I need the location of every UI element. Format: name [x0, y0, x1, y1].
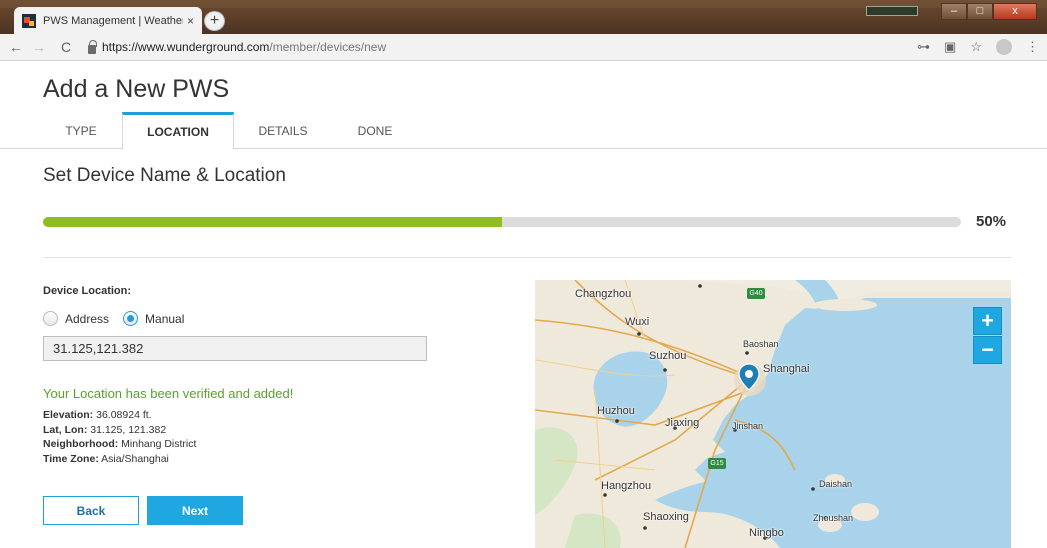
map-label-changzhou: Changzhou [575, 288, 632, 300]
forward-arrow-icon[interactable]: → [29, 39, 49, 55]
location-input[interactable] [43, 336, 427, 361]
radio-address[interactable] [43, 311, 58, 326]
profile-avatar-icon[interactable] [996, 39, 1012, 55]
elevation-row: Elevation: 36.08924 ft. [43, 408, 196, 423]
tab-location[interactable]: LOCATION [122, 112, 234, 150]
minimize-button[interactable]: – [941, 3, 967, 20]
window-controls: – □ x [941, 3, 1037, 20]
map-label-shanghai: Shanghai [763, 363, 810, 375]
key-icon[interactable]: ⊶ [917, 39, 930, 55]
browser-tab[interactable]: PWS Management | Weather U × [14, 7, 202, 34]
url-host: https://www.wunderground.com [102, 40, 270, 54]
map-label-hangzhou: Hangzhou [601, 480, 652, 492]
tab-details[interactable]: DETAILS [243, 112, 323, 149]
address-bar: ← → C https://www.wunderground.com/membe… [0, 34, 1047, 61]
map-label-suzhou: Suzhou [649, 350, 687, 362]
tab-title: PWS Management | Weather U [43, 14, 183, 27]
section-title: Set Device Name & Location [43, 165, 286, 186]
map-label-daishan: Daishan [819, 479, 853, 489]
verified-message: Your Location has been verified and adde… [43, 386, 294, 401]
map-label-baoshan: Baoshan [743, 339, 779, 349]
neighborhood-label: Neighborhood: [43, 438, 119, 450]
divider [43, 257, 1011, 258]
radio-manual-label[interactable]: Manual [145, 312, 184, 326]
progress-bar [43, 217, 961, 227]
toolbar-right: ⊶ ▣ ☆ ⋮ [917, 39, 1039, 55]
page-title: Add a New PWS [43, 75, 230, 103]
window-close-button[interactable]: x [993, 3, 1037, 20]
location-pin-icon[interactable] [738, 363, 760, 391]
latlon-row: Lat, Lon: 31.125, 121.382 [43, 423, 196, 438]
next-button[interactable]: Next [147, 496, 243, 525]
timezone-value: Asia/Shanghai [101, 452, 169, 465]
progress-label: 50% [976, 213, 1007, 230]
radio-manual[interactable] [123, 311, 139, 326]
translate-icon[interactable]: ▣ [944, 39, 956, 55]
browser-titlebar: PWS Management | Weather U × + – □ x [0, 0, 1047, 34]
timezone-row: Time Zone: Asia/Shanghai [43, 452, 196, 467]
radio-address-label[interactable]: Address [65, 312, 109, 326]
latlon-value: 31.125, 121.382 [90, 423, 167, 436]
zoom-out-button[interactable]: − [973, 336, 1002, 364]
lock-icon [88, 39, 97, 54]
url-path: /member/devices/new [269, 40, 387, 54]
highway-shield-g15: G15 [708, 458, 726, 469]
tab-close-icon[interactable]: × [187, 14, 194, 28]
location-info: Elevation: 36.08924 ft. Lat, Lon: 31.125… [43, 408, 196, 466]
timezone-label: Time Zone: [43, 452, 99, 465]
elevation-value: 36.08924 ft. [96, 409, 152, 421]
map-label-huzhou: Huzhou [597, 405, 635, 417]
neighborhood-row: Neighborhood: Minhang District [43, 437, 196, 452]
zoom-in-button[interactable]: + [973, 307, 1002, 335]
location-map[interactable]: Changzhou Wuxi Suzhou Baoshan Shanghai H… [535, 280, 1011, 548]
back-arrow-icon[interactable]: ← [6, 39, 26, 55]
device-location-label: Device Location: [43, 285, 132, 297]
elevation-label: Elevation: [43, 409, 94, 421]
neighborhood-value: Minhang District [121, 438, 197, 450]
location-type-radios: Address Manual [43, 311, 198, 326]
reload-icon[interactable]: C [56, 39, 76, 55]
url-field[interactable]: https://www.wunderground.com/member/devi… [102, 40, 386, 54]
progress-fill [43, 217, 502, 227]
taskbar-indicator [866, 6, 918, 16]
highway-shield-g40: G40 [747, 288, 765, 299]
wunderground-favicon-icon [22, 13, 36, 28]
map-label-zhoushan: Zhoushan [813, 513, 854, 523]
map-label-ningbo: Ningbo [749, 527, 784, 539]
back-button[interactable]: Back [43, 496, 139, 525]
map-label-jiaxing: Jiaxing [665, 417, 700, 429]
menu-dots-icon[interactable]: ⋮ [1026, 39, 1039, 55]
bookmark-star-icon[interactable]: ☆ [970, 39, 982, 55]
step-tabs: TYPE LOCATION DETAILS DONE [0, 112, 1047, 150]
maximize-button[interactable]: □ [967, 3, 993, 20]
map-label-wuxi: Wuxi [625, 316, 650, 328]
tab-done[interactable]: DONE [340, 112, 410, 149]
map-label-jinshan: Jinshan [732, 421, 764, 431]
tab-type[interactable]: TYPE [42, 112, 120, 149]
new-tab-button[interactable]: + [204, 11, 225, 31]
map-label-shaoxing: Shaoxing [643, 511, 689, 523]
latlon-label: Lat, Lon: [43, 423, 88, 436]
